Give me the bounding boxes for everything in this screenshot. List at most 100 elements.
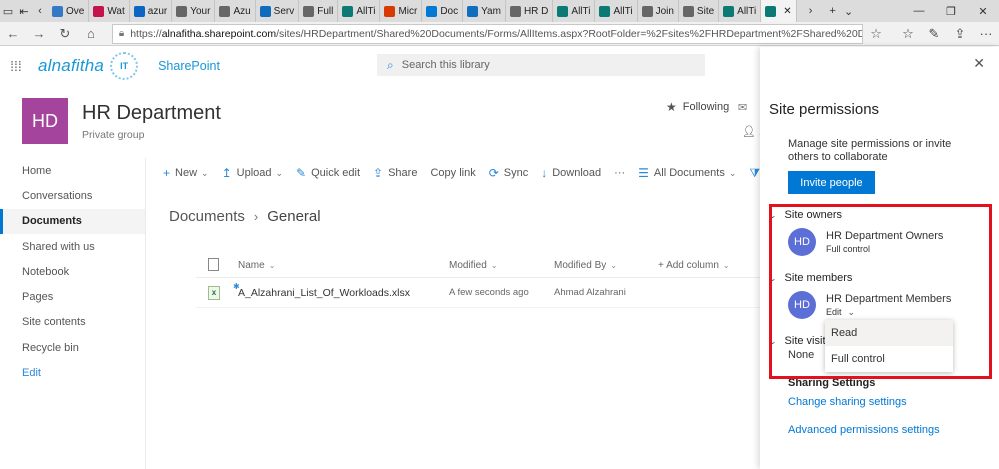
quick-edit-button[interactable]: ✎ Quick edit [296, 166, 360, 180]
browser-tab[interactable]: Your [172, 0, 216, 22]
nav-item-site-contents[interactable]: Site contents [0, 310, 145, 335]
browser-tab[interactable]: AllTi [595, 0, 638, 22]
change-sharing-settings-link[interactable]: Change sharing settings [788, 396, 907, 408]
browser-tab[interactable]: Site [679, 0, 720, 22]
chevron-down-icon: ⌄ [728, 167, 737, 178]
nav-item-recycle-bin[interactable]: Recycle bin [0, 335, 145, 360]
chevron-down-icon: ⌄ [201, 167, 209, 178]
new-tab-icon[interactable]: + [825, 0, 841, 22]
browser-toolbar-right: ☆ ✎ ⇪ ··· [895, 26, 999, 42]
site-title[interactable]: HR Department [82, 102, 221, 125]
url-field[interactable]: 🔒︎ https://alnafitha.sharepoint.com/site… [111, 23, 864, 44]
view-switcher[interactable]: ☰ All Documents ⌄ [638, 166, 736, 180]
browser-tab[interactable]: Wat [89, 0, 130, 22]
url-prefix: https:// [130, 27, 162, 40]
more-icon[interactable]: ··· [973, 26, 999, 42]
browser-tab[interactable]: Doc [422, 0, 464, 22]
pen-icon[interactable]: ✎ [921, 26, 947, 42]
close-icon[interactable]: ✕ [973, 55, 985, 72]
advanced-permissions-link[interactable]: Advanced permissions settings [788, 424, 940, 436]
modified-by-value[interactable]: Ahmad Alzahrani [554, 287, 626, 298]
panel-title: Site permissions [769, 101, 880, 118]
nav-item-notebook[interactable]: Notebook [0, 259, 145, 284]
suite-header: ⁞⁞⁞ alnafitha IT SharePoint ⌕ Search thi… [0, 47, 760, 85]
name-column-header[interactable]: Name ⌄ [238, 260, 275, 271]
modified-column-header[interactable]: Modified ⌄ [449, 260, 498, 271]
tab-label: Site [696, 5, 715, 17]
tab-label: Your [190, 5, 211, 17]
browser-tab[interactable]: HR D [506, 0, 554, 22]
close-tab-icon[interactable]: ✕ [783, 6, 791, 17]
tab-label: AllTi [737, 5, 757, 17]
nav-item-home[interactable]: Home [0, 158, 145, 183]
file-name-link[interactable]: A_Alzahrani_List_Of_Workloads.xlsx [238, 287, 410, 299]
sharepoint-label[interactable]: SharePoint [158, 59, 220, 73]
browser-tab[interactable]: Ove [48, 0, 90, 22]
modified-by-column-header[interactable]: Modified By ⌄ [554, 260, 617, 271]
panel-description: Manage site permissions or invite others… [788, 138, 952, 163]
browser-tab[interactable]: Serv [256, 0, 300, 22]
upload-button[interactable]: ↥ Upload ⌄ [222, 166, 283, 180]
left-navigation: Home Conversations Documents Shared with… [0, 158, 146, 469]
tab-label: Ove [66, 5, 85, 17]
more-commands-button[interactable]: ··· [614, 167, 625, 179]
maximize-icon[interactable]: ❐ [935, 5, 967, 18]
sync-button[interactable]: ⟳ Sync [489, 166, 529, 180]
nav-item-pages[interactable]: Pages [0, 284, 145, 309]
table-row[interactable]: x ✱ A_Alzahrani_List_Of_Workloads.xlsx A… [196, 278, 760, 308]
tab-scroll-left-icon[interactable]: ‹ [32, 0, 48, 22]
window-close-icon[interactable]: ✕ [967, 5, 999, 18]
browser-tab[interactable]: AllTi [553, 0, 596, 22]
browser-tab[interactable]: Yam [463, 0, 506, 22]
nav-item-documents[interactable]: Documents [0, 208, 145, 235]
brand-logo: IT [110, 52, 139, 80]
new-button[interactable]: + New ⌄ [163, 166, 209, 180]
browser-tab[interactable]: azur [130, 0, 173, 22]
follow-button[interactable]: ★ Following [666, 100, 729, 114]
download-button[interactable]: ↓ Download [541, 166, 601, 180]
browser-tab[interactable]: Micr [380, 0, 423, 22]
browser-tab[interactable]: AllTi [338, 0, 381, 22]
search-input[interactable]: ⌕ Search this library [377, 54, 705, 76]
nav-item-shared-with-us[interactable]: Shared with us [0, 234, 145, 259]
forward-arrow-icon[interactable]: → [26, 26, 52, 41]
highlight-box [769, 204, 992, 379]
invite-people-button[interactable]: Invite people [788, 171, 875, 194]
site-logo[interactable]: HD [22, 98, 68, 144]
share-page-icon[interactable]: ⇪ [947, 26, 973, 42]
tab-label: AllTi [571, 5, 591, 17]
browser-tab[interactable]: AllTi [719, 0, 762, 22]
person-icon: 👤︎ [742, 126, 756, 138]
browser-tab[interactable]: Azu [215, 0, 256, 22]
tab-favicon-icon [557, 5, 569, 17]
add-column-button[interactable]: + Add column ⌄ [658, 260, 730, 271]
nav-edit-link[interactable]: Edit [0, 360, 145, 385]
app-launcher-icon[interactable]: ⁞⁞⁞ [0, 47, 32, 85]
tab-list-chevron-icon[interactable]: ⌄ [841, 0, 857, 22]
share-icon: ⇪ [373, 166, 384, 180]
file-type-header[interactable] [208, 257, 219, 274]
browser-tab[interactable]: Full [299, 0, 339, 22]
tab-preview-icon[interactable]: ▭ [0, 0, 16, 22]
favorite-star-icon[interactable]: ☆ [863, 26, 889, 42]
home-icon[interactable]: ⌂ [78, 26, 104, 41]
tab-scroll-right-icon[interactable]: › [803, 0, 819, 22]
back-arrow-icon[interactable]: ← [0, 26, 26, 41]
tab-label: HR D [523, 5, 549, 17]
tab-favicon-icon [342, 5, 354, 17]
breadcrumb-documents[interactable]: Documents [169, 208, 245, 225]
browser-tab[interactable]: Join [638, 0, 679, 22]
minimize-icon[interactable]: — [903, 5, 935, 18]
send-by-email-icon[interactable]: ✉︎ [738, 101, 747, 114]
tab-label: Micr [398, 5, 418, 17]
tab-set-aside-icon[interactable]: ⇤ [16, 0, 32, 22]
refresh-icon[interactable]: ↻ [52, 26, 78, 42]
favorites-icon[interactable]: ☆ [895, 26, 921, 42]
copy-link-button[interactable]: Copy link [430, 167, 475, 179]
share-button[interactable]: ⇪ Share [373, 166, 417, 180]
url-path: /sites/HRDepartment/Shared%20Documents/F… [276, 27, 862, 40]
tenant-brand[interactable]: alnafitha IT [38, 52, 139, 80]
tab-label: Serv [273, 5, 295, 17]
active-browser-tab[interactable]: ✕ [761, 0, 797, 22]
nav-item-conversations[interactable]: Conversations [0, 183, 145, 208]
